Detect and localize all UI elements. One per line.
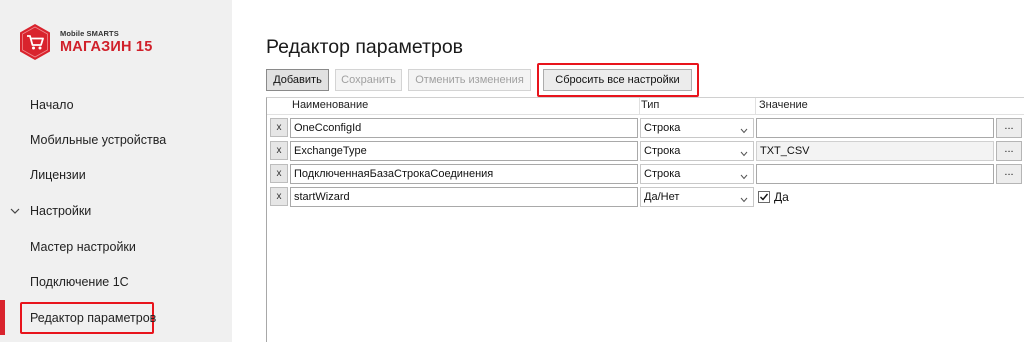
- column-divider: [639, 98, 640, 115]
- delete-row-button[interactable]: x: [270, 118, 288, 137]
- sidebar-item-label: Настройки: [30, 204, 92, 218]
- parameter-type-select[interactable]: Строка: [640, 141, 754, 161]
- parameter-type-value: Строка: [644, 122, 681, 134]
- cart-logo-icon: [18, 23, 52, 61]
- parameter-type-select[interactable]: Строка: [640, 164, 754, 184]
- chevron-down-icon: [740, 194, 748, 203]
- sidebar-item-setup-wizard[interactable]: Мастер настройки: [0, 230, 232, 264]
- chevron-down-icon: [9, 205, 21, 217]
- parameter-name-field[interactable]: ExchangeType: [290, 141, 638, 161]
- sidebar-item-1c-connection[interactable]: Подключение 1С: [0, 265, 232, 299]
- column-header-value[interactable]: Значение: [759, 99, 808, 111]
- checkbox-label: Да: [774, 190, 789, 204]
- parameter-name-field[interactable]: OneCconfigId: [290, 118, 638, 138]
- sidebar-item-label: Мобильные устройства: [30, 133, 167, 147]
- page-title: Редактор параметров: [266, 36, 464, 58]
- parameter-value-field[interactable]: TXT_CSV: [756, 141, 994, 161]
- sidebar-item-home[interactable]: Начало: [0, 88, 232, 122]
- delete-row-button[interactable]: x: [270, 187, 288, 206]
- chevron-down-icon: [740, 125, 748, 134]
- delete-row-button[interactable]: x: [270, 141, 288, 160]
- parameter-type-select[interactable]: Строка: [640, 118, 754, 138]
- table-row: x ПодключеннаяБазаСтрокаСоединения Строк…: [267, 163, 1024, 185]
- add-button[interactable]: Добавить: [266, 69, 329, 91]
- brand-logo: Mobile SMARTS МАГАЗИН 15: [18, 20, 152, 64]
- sidebar-item-label: Редактор параметров: [30, 311, 157, 325]
- value-checkbox[interactable]: [758, 191, 770, 203]
- sidebar-item-settings[interactable]: Настройки: [0, 194, 232, 228]
- sidebar-item-label: Начало: [30, 98, 74, 112]
- cancel-changes-button[interactable]: Отменить изменения: [408, 69, 531, 91]
- column-header-name[interactable]: Наименование: [292, 99, 368, 111]
- table-row: x ExchangeType Строка TXT_CSV ...: [267, 140, 1024, 162]
- parameters-grid: Наименование Тип Значение x OneCconfigId…: [266, 97, 1024, 342]
- brand-title: МАГАЗИН 15: [60, 38, 153, 55]
- browse-button[interactable]: ...: [996, 118, 1022, 138]
- sidebar-item-label: Лицензии: [30, 168, 86, 182]
- reset-all-settings-button[interactable]: Сбросить все настройки: [543, 69, 692, 91]
- browse-button[interactable]: ...: [996, 164, 1022, 184]
- grid-header: Наименование Тип Значение: [267, 98, 1024, 115]
- parameter-type-value: Строка: [644, 145, 681, 157]
- parameter-name-field[interactable]: ПодключеннаяБазаСтрокаСоединения: [290, 164, 638, 184]
- sidebar-item-label: Подключение 1С: [30, 275, 129, 289]
- chevron-down-icon: [740, 171, 748, 180]
- sidebar-item-parameter-editor[interactable]: Редактор параметров: [0, 301, 232, 335]
- checkmark-icon: [760, 193, 769, 201]
- brand-subtitle: Mobile SMARTS: [60, 29, 119, 38]
- parameter-type-select[interactable]: Да/Нет: [640, 187, 754, 207]
- table-row: x startWizard Да/Нет Да: [267, 186, 1024, 208]
- save-button[interactable]: Сохранить: [335, 69, 402, 91]
- browse-button[interactable]: ...: [996, 141, 1022, 161]
- parameter-value-field[interactable]: [756, 118, 994, 138]
- chevron-down-icon: [740, 148, 748, 157]
- sidebar-item-licenses[interactable]: Лицензии: [0, 158, 232, 192]
- sidebar-item-mobile-devices[interactable]: Мобильные устройства: [0, 123, 232, 157]
- table-row: x OneCconfigId Строка ...: [267, 117, 1024, 139]
- sidebar-item-label: Мастер настройки: [30, 240, 136, 254]
- parameter-type-value: Строка: [644, 168, 681, 180]
- column-divider: [755, 98, 756, 115]
- delete-row-button[interactable]: x: [270, 164, 288, 183]
- parameter-value-field[interactable]: [756, 164, 994, 184]
- column-header-type[interactable]: Тип: [641, 99, 659, 111]
- sidebar: Mobile SMARTS МАГАЗИН 15 Начало Мобильны…: [0, 0, 232, 342]
- parameter-name-field[interactable]: startWizard: [290, 187, 638, 207]
- parameter-type-value: Да/Нет: [644, 191, 680, 203]
